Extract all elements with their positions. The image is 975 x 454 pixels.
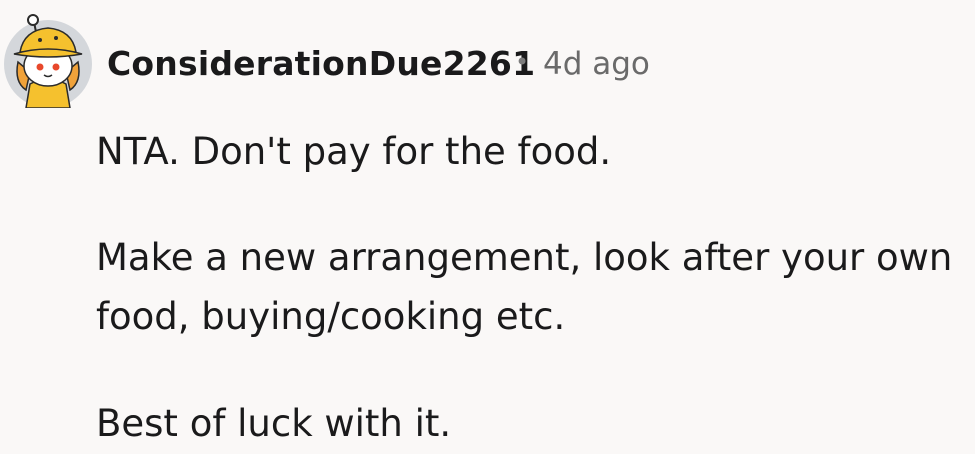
comment-paragraph: Best of luck with it. bbox=[96, 402, 452, 445]
comment: ConsiderationDue2261 • 4d ago NTA. Don't… bbox=[0, 0, 975, 454]
comment-timestamp[interactable]: 4d ago bbox=[543, 46, 650, 82]
comment-paragraph: Make a new arrangement, look after your … bbox=[96, 236, 953, 279]
comment-paragraph: food, buying/cooking etc. bbox=[96, 295, 566, 338]
snoo-avatar-icon bbox=[4, 14, 92, 109]
meta-separator: • bbox=[515, 48, 530, 76]
avatar[interactable] bbox=[0, 12, 96, 109]
comment-paragraph: NTA. Don't pay for the food. bbox=[96, 130, 612, 173]
comment-author-link[interactable]: ConsiderationDue2261 bbox=[107, 44, 535, 83]
